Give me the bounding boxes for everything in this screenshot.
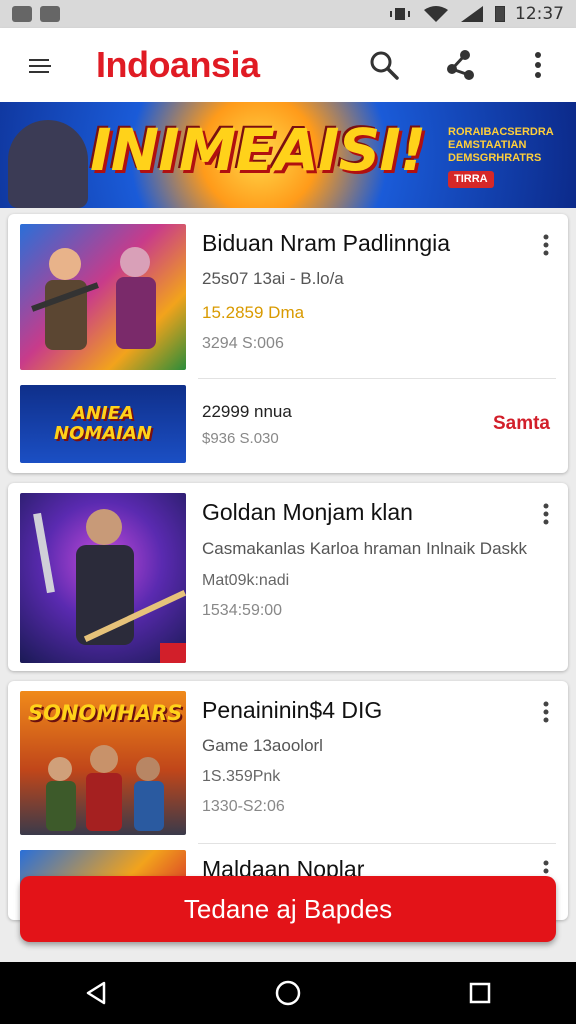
more-vert-icon [543,701,549,723]
more-button[interactable] [499,28,576,102]
card-more-button[interactable] [536,699,556,725]
sub-game-detail: $936 S.030 [202,429,279,447]
app-title: Indoansia [96,44,260,85]
game-meta: 25s07 13ai - B.lo/a [202,269,344,288]
notification-icon [40,6,60,22]
home-button[interactable] [256,962,320,1024]
back-button[interactable] [64,962,128,1024]
primary-cta-button[interactable]: Tedane aj Bapdes [20,876,556,942]
divider [198,378,556,379]
promo-banner[interactable]: INIMEAISI! RORAIBACSERDRA EAMSTAATIAN DE… [0,102,576,208]
banner-tag: TIRRA [448,171,494,188]
game-thumbnail[interactable]: SONOMHARS [20,691,186,835]
battery-icon [495,6,505,22]
banner-side-text: RORAIBACSERDRA EAMSTAATIAN DEMSGRHRATRS … [448,126,564,188]
game-detail: 1534:59:00 [202,602,283,619]
banner-line: EAMSTAATIAN [448,139,527,151]
game-list: Biduan Nram Padlinngia 25s07 13ai - B.lo… [0,208,576,962]
sub-game-banner-text: ANIEA NOMAIAN [54,403,152,444]
more-vert-icon [543,234,549,256]
share-icon [446,50,474,80]
game-art-image [31,247,156,350]
app-bar: Indoansia [0,28,576,102]
home-icon [275,980,301,1006]
game-art-image [46,745,164,831]
status-bar: 12:37 [0,0,576,28]
share-button[interactable] [422,28,499,102]
search-icon [370,51,399,80]
game-card[interactable]: Biduan Nram Padlinngia 25s07 13ai - B.lo… [8,214,568,473]
signal-icon [461,6,483,22]
game-thumbnail[interactable] [20,493,186,663]
game-price: Mat09k:nadi [202,572,290,589]
game-art-image [33,509,186,663]
menu-icon [29,59,51,73]
notification-icon [12,6,32,22]
card-more-button[interactable] [536,232,556,258]
back-icon [86,981,106,1005]
game-title: Goldan Monjam klan [202,499,413,525]
more-vert-icon [543,503,549,525]
banner-headline: INIMEAISI! [90,116,426,184]
system-nav-bar [0,962,576,1024]
game-card[interactable]: Goldan Monjam klan Casmakanlas Karloa hr… [8,483,568,671]
banner-character-image [8,120,88,208]
search-button[interactable] [345,28,422,102]
game-price: 1S.359Pnk [202,768,281,785]
divider [198,843,556,844]
sub-game-thumbnail[interactable]: ANIEA NOMAIAN [20,385,186,463]
banner-line: DEMSGRHRATRS [448,152,542,164]
game-meta: Game 13aoolorl [202,736,323,755]
sub-game-price: 22999 nnua [202,401,292,421]
recents-button[interactable] [448,962,512,1024]
game-title: Biduan Nram Padlinngia [202,230,451,256]
status-time: 12:37 [515,4,564,24]
game-meta: Casmakanlas Karloa hraman Inlnaik Daskk [202,539,528,558]
menu-button[interactable] [0,28,80,102]
wifi-icon [424,6,448,22]
banner-line: RORAIBACSERDRA [448,126,554,138]
game-thumbnail[interactable] [20,224,186,370]
recents-icon [469,982,491,1004]
more-vert-icon [534,52,541,78]
game-price: 15.2859 Dma [202,303,305,322]
game-title: Penaininin$4 DIG [202,697,383,723]
game-detail: 1330-S2:06 [202,798,285,815]
sub-game-action-button[interactable]: Samta [493,413,556,435]
vibrate-icon [390,8,410,20]
game-detail: 3294 S:006 [202,335,284,352]
card-more-button[interactable] [536,501,556,527]
